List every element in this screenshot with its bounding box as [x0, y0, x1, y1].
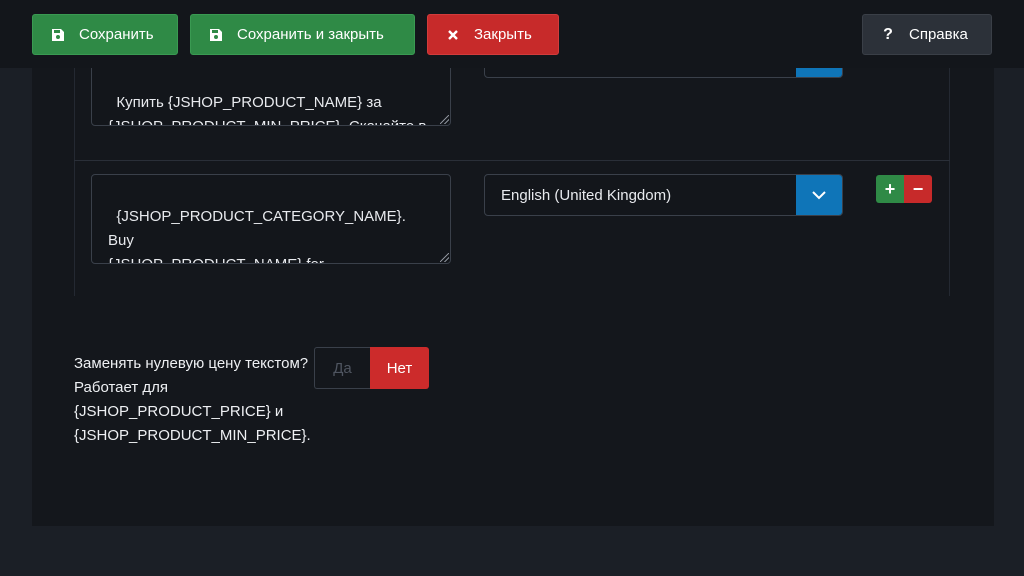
phrase-textarea-1[interactable]: Купить {JSHOP_PRODUCT_NAME} за {JSHOP_PR… — [91, 60, 451, 126]
save-button[interactable]: Сохранить — [32, 14, 178, 55]
phrase-text-1: Купить {JSHOP_PRODUCT_NAME} за {JSHOP_PR… — [108, 94, 426, 125]
save-and-close-button[interactable]: Сохранить и закрыть — [190, 14, 415, 55]
zero-price-toggle[interactable]: Да Нет — [314, 347, 429, 389]
phrase-text-2: {JSHOP_PRODUCT_CATEGORY_NAME}. Buy {JSHO… — [108, 208, 406, 263]
close-icon — [444, 29, 462, 41]
help-button[interactable]: ? Справка — [862, 14, 992, 55]
toggle-no-option[interactable]: Нет — [370, 347, 429, 389]
help-button-label: Справка — [909, 26, 968, 43]
remove-row-button[interactable]: − — [904, 175, 932, 203]
language-select-value-2: English (United Kingdom) — [501, 186, 672, 204]
floppy-disk-icon — [49, 28, 67, 42]
toolbar: Сохранить Сохранить и закрыть Закрыть ? … — [0, 0, 1024, 68]
close-button[interactable]: Закрыть — [427, 14, 559, 55]
floppy-disk-icon — [207, 28, 225, 42]
row-divider — [74, 160, 950, 161]
question-icon: ? — [883, 25, 893, 43]
language-select-2[interactable]: English (United Kingdom) — [484, 174, 843, 216]
resize-handle-icon[interactable] — [440, 253, 449, 262]
save-button-label: Сохранить — [79, 26, 154, 43]
zero-price-label: Заменять нулевую цену текстом? Работает … — [74, 355, 311, 444]
close-button-label: Закрыть — [474, 26, 532, 43]
save-and-close-button-label: Сохранить и закрыть — [237, 26, 384, 43]
chevron-down-icon[interactable] — [796, 175, 842, 215]
resize-handle-icon[interactable] — [440, 115, 449, 124]
phrase-textarea-2[interactable]: {JSHOP_PRODUCT_CATEGORY_NAME}. Buy {JSHO… — [91, 174, 451, 264]
add-row-button[interactable]: + — [876, 175, 904, 203]
toggle-yes-option[interactable]: Да — [314, 347, 370, 389]
